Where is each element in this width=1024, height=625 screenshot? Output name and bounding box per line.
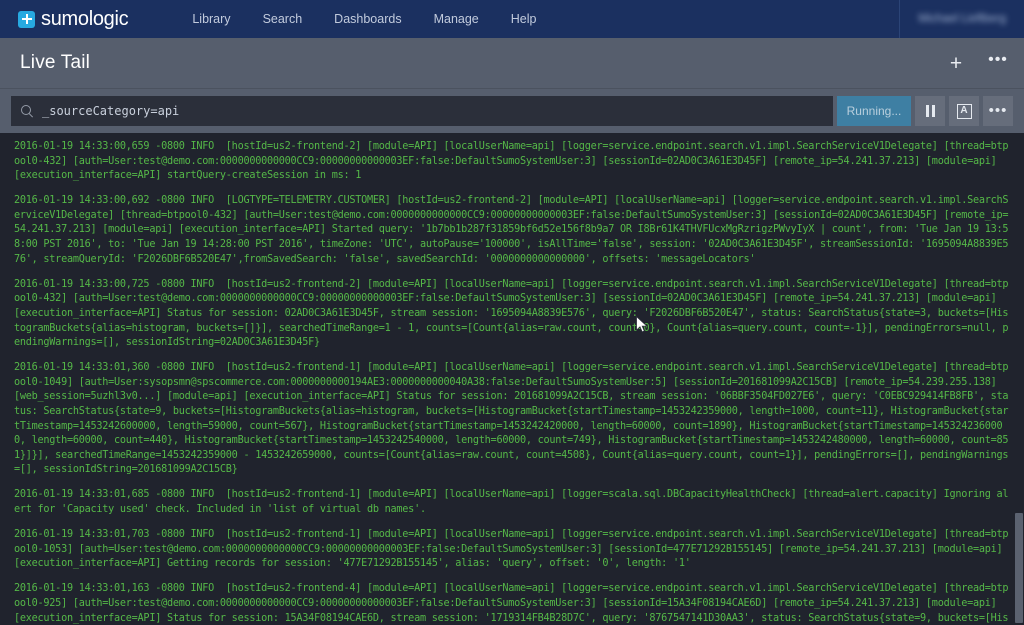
more-options-button[interactable]: ••• [984,50,1012,78]
nav-item-search[interactable]: Search [247,12,319,26]
search-bar-row: _sourceCategory=api Running... A ••• [0,89,1024,133]
run-status-button[interactable]: Running... [837,96,911,126]
nav-item-help[interactable]: Help [495,12,553,26]
search-icon [21,104,34,118]
nav-item-dashboards[interactable]: Dashboards [318,12,417,26]
log-entry: 2016-01-19 14:33:01,163 -0800 INFO [host… [14,583,1009,624]
search-query-text: _sourceCategory=api [42,104,180,118]
page-title: Live Tail [20,52,91,73]
user-name-label: Michael Lieftberg [918,13,1006,25]
page-title-bar: Live Tail + ••• [0,38,1024,89]
nav-item-manage[interactable]: Manage [418,12,495,26]
user-menu[interactable]: Michael Lieftberg [899,0,1024,38]
vertical-scrollbar[interactable] [1014,133,1024,625]
nav-item-library[interactable]: Library [176,12,246,26]
log-entry: 2016-01-19 14:33:01,685 -0800 INFO [host… [14,489,1009,516]
ellipsis-icon: ••• [988,102,1008,119]
live-tail-log-pane[interactable]: 2016-01-19 14:33:00,659 -0800 INFO [host… [0,133,1024,625]
log-entry: 2016-01-19 14:33:00,725 -0800 INFO [host… [14,278,1009,349]
text-format-icon: A [956,103,972,119]
log-entry: 2016-01-19 14:33:00,659 -0800 INFO [host… [14,141,1009,182]
search-more-button[interactable]: ••• [983,96,1013,126]
add-tab-button[interactable]: + [942,50,970,78]
sumologic-logo[interactable]: sumologic [18,8,129,30]
font-size-button[interactable]: A [949,96,979,126]
log-entry: 2016-01-19 14:33:01,360 -0800 INFO [host… [14,362,1009,476]
log-entry: 2016-01-19 14:33:01,703 -0800 INFO [host… [14,529,1009,570]
page-title-actions: + ••• [942,38,1012,89]
scrollbar-thumb[interactable] [1015,513,1023,623]
pause-icon [925,105,935,117]
search-input[interactable]: _sourceCategory=api [11,96,833,126]
plus-square-icon [18,10,35,28]
main-nav-links: Library Search Dashboards Manage Help [176,12,552,26]
pause-button[interactable] [915,96,945,126]
log-entry: 2016-01-19 14:33:00,692 -0800 INFO [LOGT… [14,195,1009,265]
brand-name: sumologic [41,8,129,30]
top-navigation-bar: sumologic Library Search Dashboards Mana… [0,0,1024,38]
